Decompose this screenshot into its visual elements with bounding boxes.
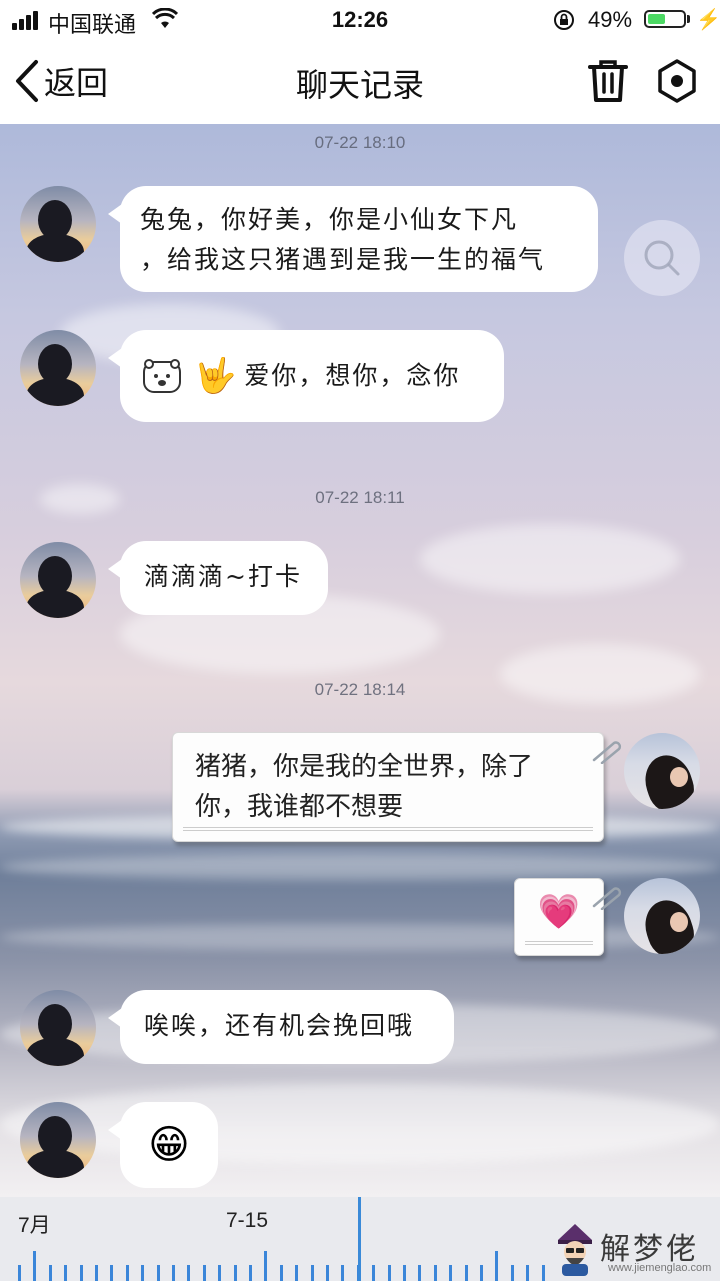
timeline-tick [187, 1265, 191, 1281]
timeline-tick [202, 1265, 206, 1281]
timeline-tick [433, 1265, 437, 1281]
timeline-tick [310, 1265, 314, 1281]
timeline-tick [372, 1265, 376, 1281]
timeline-tick [510, 1265, 514, 1281]
timeline-tick [480, 1265, 483, 1281]
charging-icon: ⚡ [696, 9, 720, 31]
timeline-tick [495, 1251, 499, 1281]
nav-bar: 返回 聊天记录 [0, 40, 720, 125]
timestamp: 07-22 18:14 [314, 680, 406, 699]
timeline-tick [418, 1265, 422, 1281]
timeline-tick [125, 1265, 129, 1281]
back-button[interactable]: 返回 [14, 58, 108, 104]
rotation-lock-icon [554, 10, 574, 30]
back-label: 返回 [44, 64, 109, 102]
timeline-month-label: 7月 [18, 1214, 51, 1237]
battery-tip [687, 15, 690, 23]
timeline-cursor[interactable] [358, 1197, 361, 1281]
timeline-tick [64, 1265, 68, 1281]
contact-avatar[interactable] [20, 542, 96, 618]
paperclip-icon [592, 887, 622, 910]
message-text: 猪猪，你是我的全世界，除了 [195, 752, 534, 782]
timeline-tick [95, 1265, 98, 1281]
trash-icon[interactable] [586, 58, 630, 104]
rock-hand-emoji: 🤟 [194, 356, 237, 396]
grin-emoji: 😁 [148, 1122, 190, 1168]
battery-percent: 49% [588, 7, 633, 32]
timeline-tick [279, 1265, 283, 1281]
contact-avatar[interactable] [20, 186, 96, 262]
battery-icon [644, 10, 686, 28]
timeline-tick [403, 1265, 406, 1281]
timeline-tick [264, 1251, 268, 1281]
timeline-tick [18, 1265, 21, 1281]
contact-avatar[interactable] [20, 1102, 96, 1178]
timeline-tick [79, 1265, 83, 1281]
fortune-teller-icon [558, 1224, 592, 1276]
timeline-tick [233, 1265, 237, 1281]
timeline-tick [326, 1265, 329, 1281]
timeline-tick [464, 1265, 468, 1281]
message-text: 唉唉，还有机会挽回哦 [144, 1011, 415, 1040]
message-bubble[interactable]: 🤟 爱你，想你，念你 [108, 330, 504, 422]
message-bubble[interactable]: 兔兔，你好美，你是小仙女下凡 ，给我这只猪遇到是我一生的福气 [108, 186, 598, 292]
search-icon [644, 240, 680, 276]
user-avatar[interactable] [624, 878, 700, 954]
timeline-tick [172, 1265, 175, 1281]
timeline-tick [249, 1265, 252, 1281]
message-bubble[interactable]: 😁 [108, 1102, 218, 1188]
bear-emoji-icon [143, 359, 181, 393]
timeline-tick [341, 1265, 345, 1281]
message-text: 爱你，想你，念你 [244, 361, 461, 390]
timeline-tick [526, 1265, 530, 1281]
chevron-left-icon [16, 60, 38, 102]
timeline-tick [387, 1265, 391, 1281]
message-bubble[interactable]: 滴滴滴~打卡 [108, 541, 328, 615]
timeline-tick [295, 1265, 299, 1281]
status-bar: 中国联通 12:26 49% ⚡ [0, 0, 720, 40]
message-text: ，给我这只猪遇到是我一生的福气 [140, 245, 546, 274]
paperclip-icon [592, 741, 622, 764]
timeline-tick [110, 1265, 114, 1281]
contact-avatar[interactable] [20, 990, 96, 1066]
timeline-tick [218, 1265, 222, 1281]
timestamp: 07-22 18:10 [314, 133, 406, 152]
message-text: 兔兔，你好美，你是小仙女下凡 [140, 205, 519, 234]
settings-icon[interactable] [654, 58, 700, 104]
timeline-date-label: 7-15 [226, 1209, 269, 1232]
heart-emoji: 💗 [537, 892, 581, 932]
watermark: 解梦佬 www.jiemenglao.com [548, 1220, 718, 1278]
message-bubble[interactable]: 唉唉，还有机会挽回哦 [108, 990, 454, 1064]
timeline-tick [33, 1251, 37, 1281]
user-avatar[interactable] [624, 733, 700, 809]
timeline-tick [449, 1265, 453, 1281]
timeline-tick [156, 1265, 160, 1281]
timeline-tick [48, 1265, 52, 1281]
message-text: 滴滴滴~打卡 [144, 562, 302, 591]
contact-avatar[interactable] [20, 330, 96, 406]
message-bubble[interactable]: 猪猪，你是我的全世界，除了 你，我谁都不想要 [172, 732, 604, 842]
message-text: 你，我谁都不想要 [195, 792, 404, 822]
timeline-tick [541, 1265, 545, 1281]
search-button[interactable] [624, 220, 700, 296]
timeline-tick [141, 1265, 145, 1281]
timestamp: 07-22 18:11 [315, 488, 405, 507]
watermark-url: www.jiemenglao.com [608, 1262, 712, 1274]
